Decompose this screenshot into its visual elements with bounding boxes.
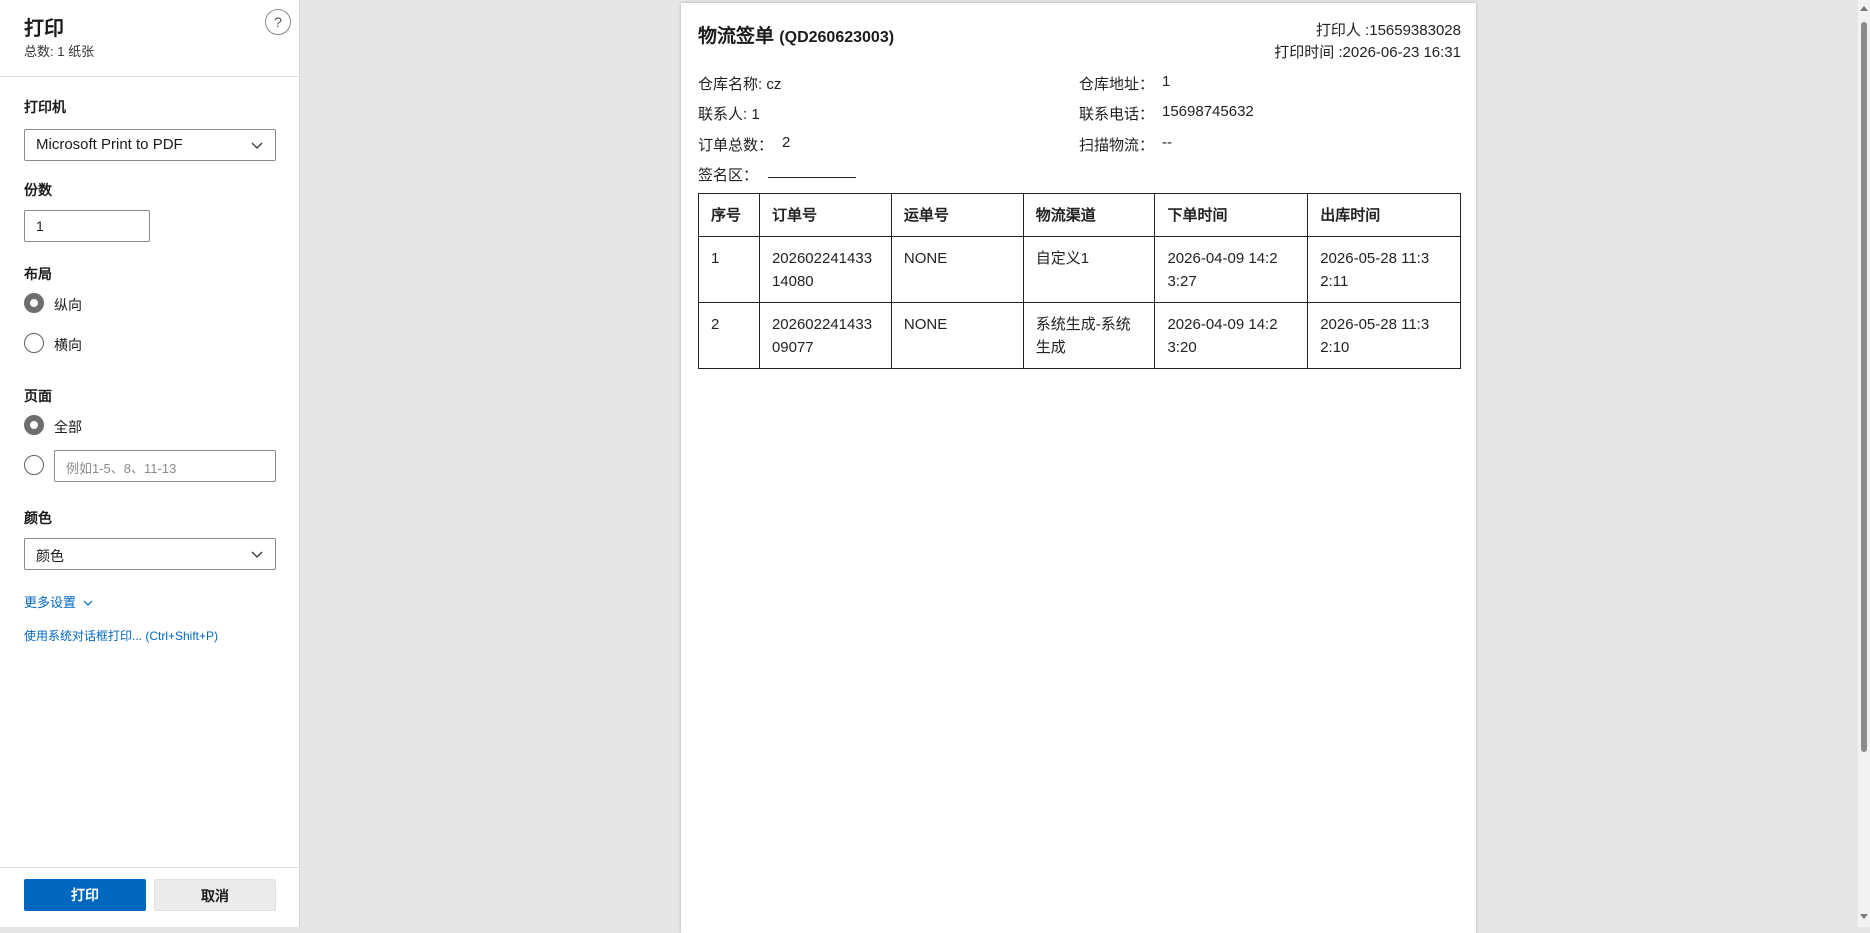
layout-label: 布局 [24,266,52,282]
system-dialog-link[interactable]: 使用系统对话框打印... (Ctrl+Shift+P) [24,627,218,644]
document-title: 物流签单 (QD260623003) [698,21,894,48]
table-row: 1 202602241433 14080 NONE 自定义1 2026-04-0… [698,236,1461,303]
print-button[interactable]: 打印 [24,879,146,911]
sheet-count: 总数: 1 纸张 [24,44,95,59]
print-preview-page: 物流签单 (QD260623003) 打印人 :15659383028 打印时间… [681,3,1476,933]
page-range-placeholder: 例如1-5、8、11-13 [66,461,177,476]
portrait-radio[interactable] [24,293,44,313]
scan-value: -- [1162,134,1172,151]
warehouse-address-label: 仓库地址： [1079,76,1155,93]
column-header: 运单号 [890,193,1024,237]
table-cell: 2026-04-09 14:2 3:20 [1154,302,1309,369]
copies-label: 份数 [24,182,52,198]
color-select[interactable]: 颜色 [24,538,276,570]
phone-value: 15698745632 [1162,103,1254,120]
chevron-down-icon [83,600,93,606]
page-range-input[interactable]: 例如1-5、8、11-13 [54,450,276,482]
divider [0,76,300,77]
column-header: 下单时间 [1154,193,1309,237]
document-title-text: 物流签单 [698,26,775,47]
table-cell: 2 [698,302,760,369]
document-code: (QD260623003) [779,29,895,46]
table-cell: 自定义1 [1022,236,1156,303]
order-total-value: 2 [782,134,791,151]
phone-label: 联系电话： [1079,106,1155,123]
copies-value: 1 [36,218,44,234]
pages-all-label: 全部 [54,419,82,435]
chevron-down-icon [251,551,263,558]
table-cell: 2026-05-28 11:3 2:11 [1307,236,1461,303]
help-icon[interactable]: ? [265,9,291,35]
copies-input[interactable]: 1 [24,210,150,242]
printer-value: Microsoft Print to PDF [36,136,183,153]
warehouse-name: 仓库名称: cz [698,76,782,93]
printer-user: 打印人 :15659383028 [1315,22,1461,39]
printer-select[interactable]: Microsoft Print to PDF [24,129,276,161]
more-settings-label: 更多设置 [24,595,77,610]
table-cell: 1 [698,236,760,303]
footer-divider [0,867,300,868]
portrait-label: 纵向 [54,297,82,313]
more-settings-link[interactable]: 更多设置 [24,592,93,611]
signature-line [768,177,856,178]
chevron-down-icon [251,142,263,149]
print-time: 打印时间 :2026-06-23 16:31 [1274,44,1461,61]
preview-scrollbar[interactable] [1858,0,1870,927]
table-cell: 系统生成-系统 生成 [1022,302,1156,369]
pages-all-radio[interactable] [24,415,44,435]
order-total-label: 订单总数： [698,137,774,154]
table-cell: NONE [890,236,1024,303]
cancel-button[interactable]: 取消 [154,879,276,911]
table-cell: 202602241433 09077 [758,302,892,369]
contact-person: 联系人: 1 [698,106,760,123]
column-header: 订单号 [758,193,892,237]
table-cell: 202602241433 14080 [758,236,892,303]
scan-label: 扫描物流： [1079,137,1155,154]
signature-label: 签名区： [698,167,759,184]
table-cell: NONE [890,302,1024,369]
printer-label: 打印机 [24,99,66,115]
table-cell: 2026-05-28 11:3 2:10 [1307,302,1461,369]
table-row: 2 202602241433 09077 NONE 系统生成-系统 生成 202… [698,302,1461,369]
table-header-row: 序号 订单号 运单号 物流渠道 下单时间 出库时间 [698,193,1461,237]
color-value: 颜色 [36,548,64,564]
pages-label: 页面 [24,388,52,404]
print-settings-panel: 打印 总数: 1 纸张 ? 打印机 Microsoft Print to PDF… [0,0,300,927]
panel-title: 打印 [24,18,64,40]
warehouse-address-value: 1 [1162,73,1171,90]
pages-range-radio[interactable] [24,455,44,475]
column-header: 序号 [698,193,760,237]
scroll-thumb[interactable] [1861,22,1867,752]
column-header: 出库时间 [1307,193,1461,237]
landscape-label: 横向 [54,337,82,353]
table-cell: 2026-04-09 14:2 3:27 [1154,236,1309,303]
color-label: 颜色 [24,510,52,526]
scroll-down-icon[interactable] [1860,914,1868,919]
column-header: 物流渠道 [1022,193,1156,237]
orders-table: 序号 订单号 运单号 物流渠道 下单时间 出库时间 1 202602241433… [698,193,1461,369]
scroll-up-icon[interactable] [1860,6,1868,11]
landscape-radio[interactable] [24,333,44,353]
